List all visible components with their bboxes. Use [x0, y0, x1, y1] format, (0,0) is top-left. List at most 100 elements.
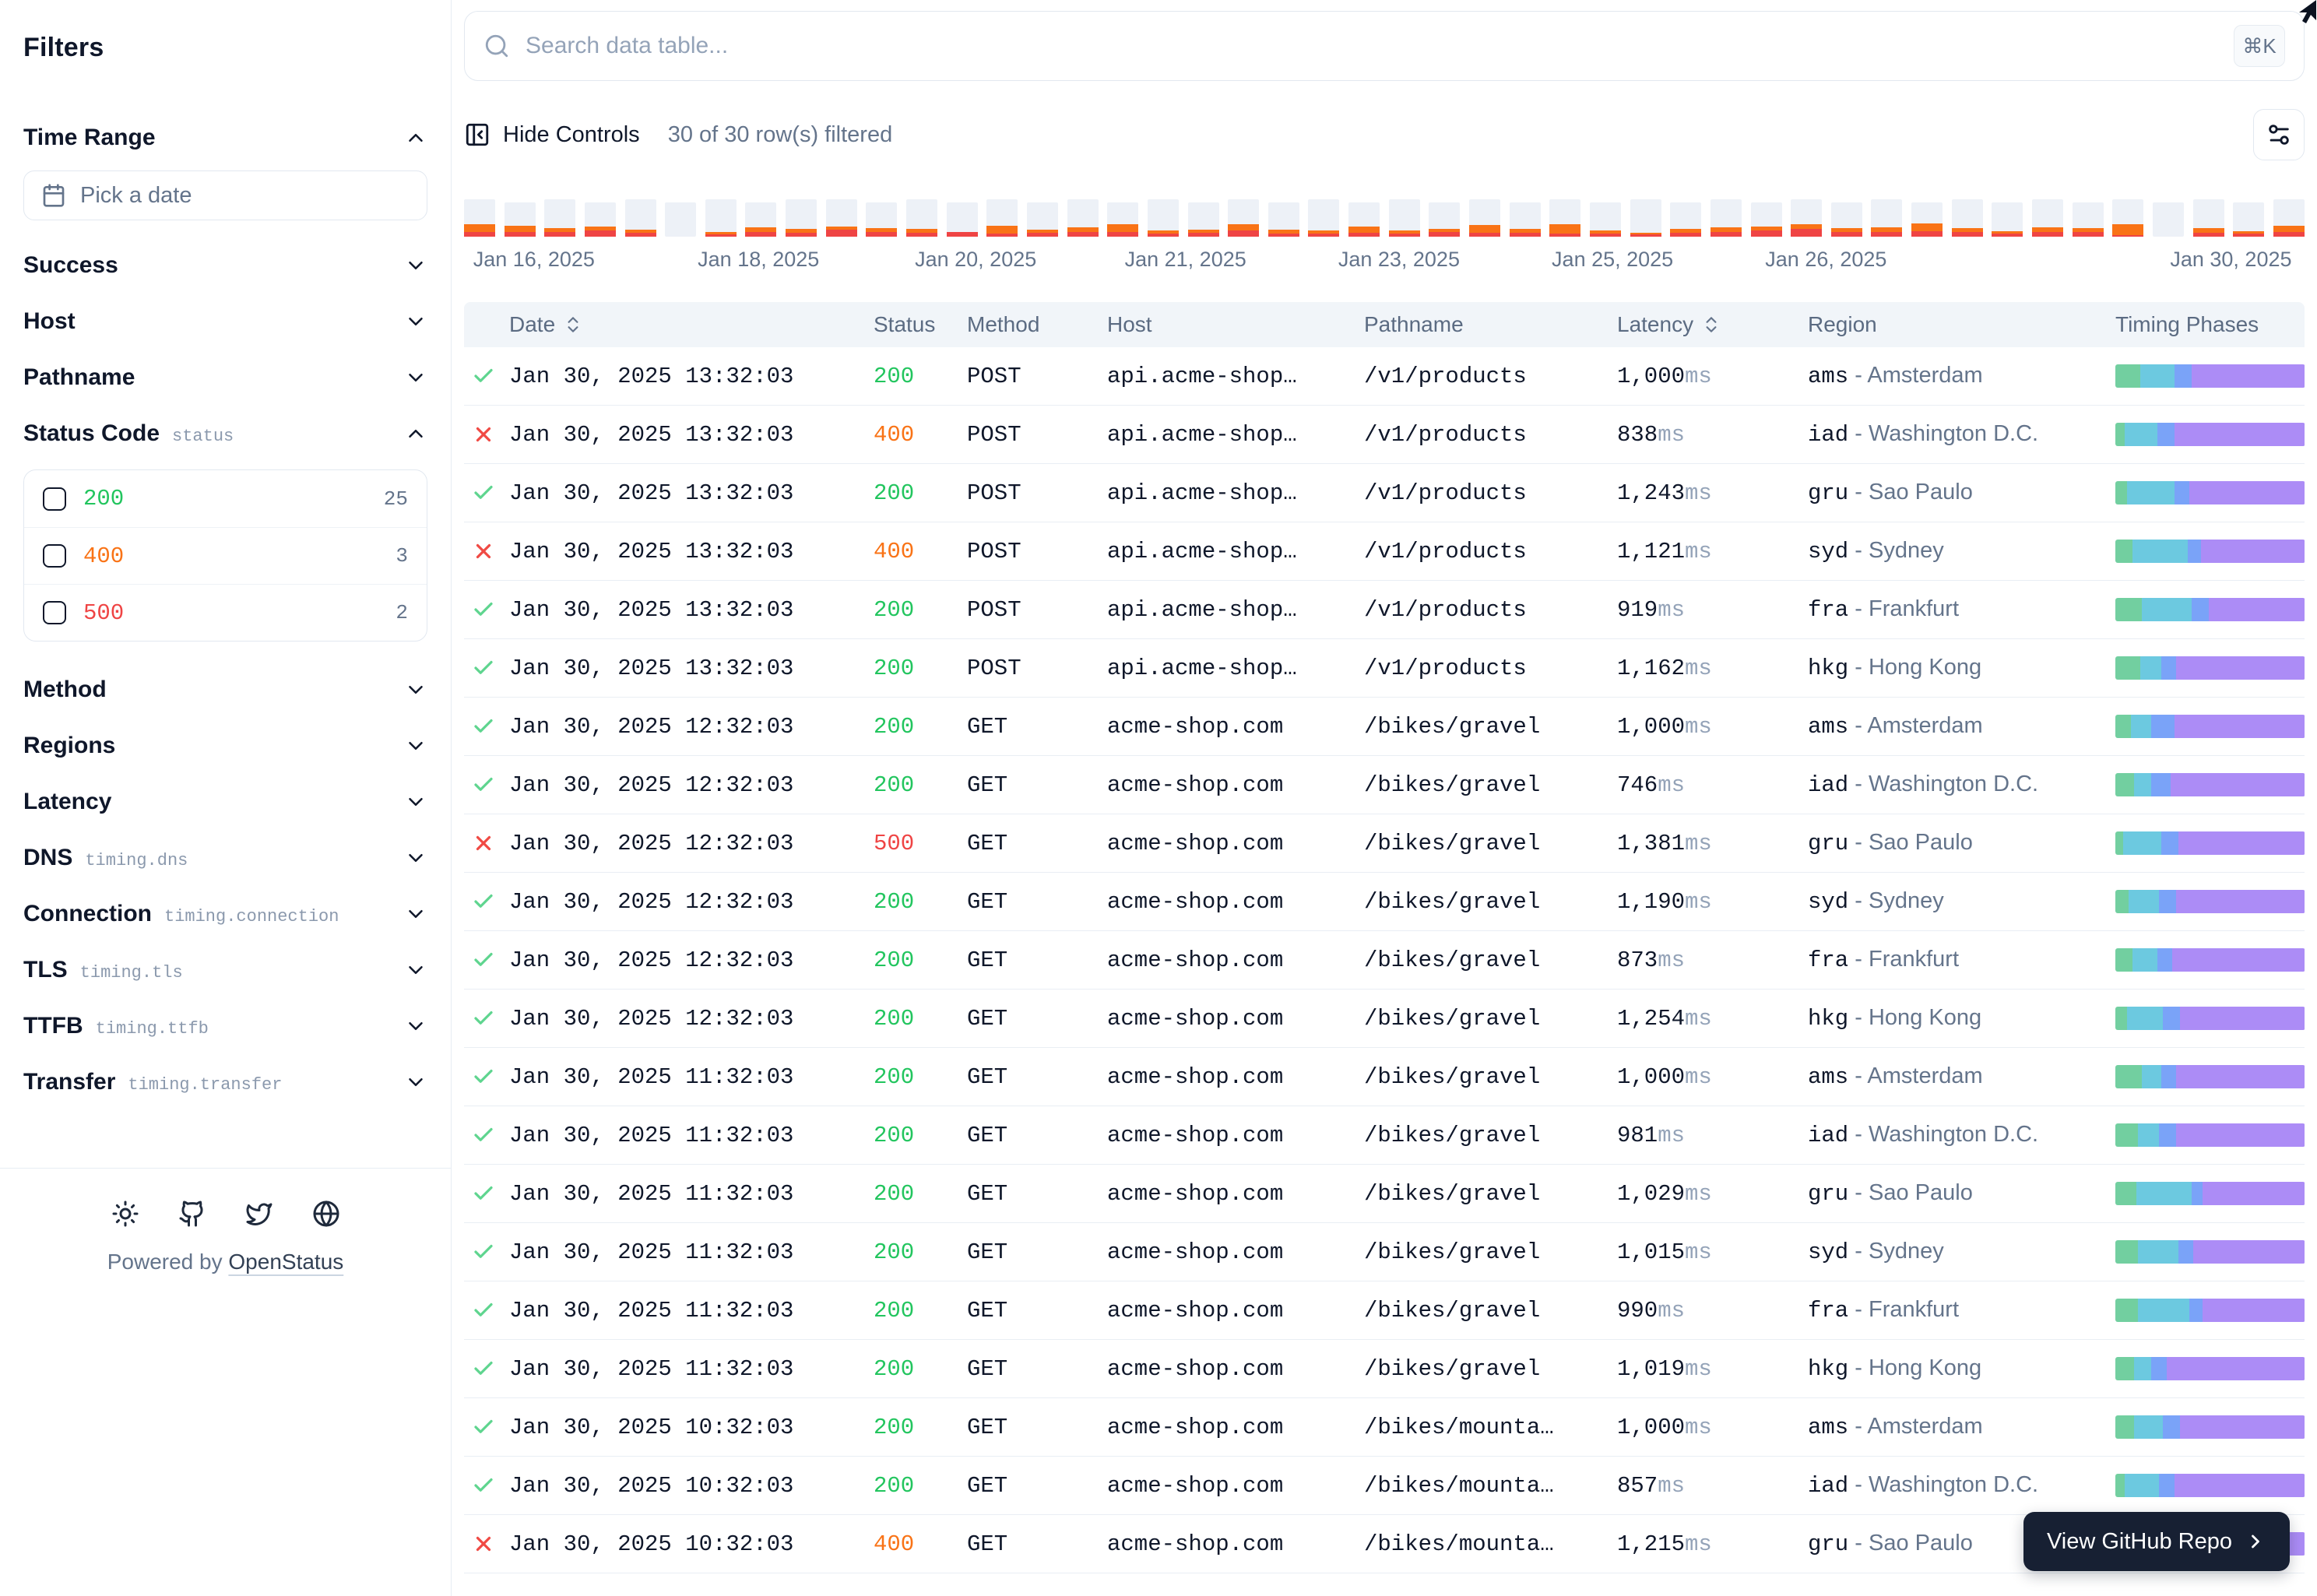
timeline-bar[interactable] [1630, 199, 1661, 237]
timeline-bar[interactable] [2153, 202, 2184, 237]
checkbox[interactable] [43, 544, 66, 568]
timeline-bar[interactable] [1549, 199, 1580, 237]
section-latency[interactable]: Latency [23, 774, 427, 830]
section-status-code[interactable]: Status Codestatus [23, 406, 427, 462]
timeline-bar[interactable] [1429, 202, 1460, 237]
timeline-bar[interactable] [1469, 199, 1500, 237]
table-row[interactable]: Jan 30, 2025 12:32:03500GETacme-shop.com… [464, 814, 2305, 873]
openstatus-link[interactable]: OpenStatus [228, 1250, 343, 1274]
timeline-bar[interactable] [665, 202, 696, 237]
table-row[interactable]: Jan 30, 2025 11:32:03200GETacme-shop.com… [464, 1106, 2305, 1165]
table-row[interactable]: Jan 30, 2025 12:32:03200GETacme-shop.com… [464, 756, 2305, 814]
timeline-bar[interactable] [906, 199, 937, 237]
timeline-bar[interactable] [1308, 199, 1339, 237]
section-transfer[interactable]: Transfertiming.transfer [23, 1054, 427, 1110]
timeline-bar[interactable] [947, 202, 978, 237]
table-row[interactable]: Jan 30, 2025 12:32:03200GETacme-shop.com… [464, 990, 2305, 1048]
view-options-button[interactable] [2253, 109, 2305, 160]
github-link[interactable] [178, 1200, 206, 1228]
column-header-status[interactable]: Status [867, 312, 961, 337]
timeline-bar[interactable] [866, 202, 897, 237]
timeline-bar[interactable] [2032, 199, 2063, 237]
status-option-200[interactable]: 20025 [24, 470, 427, 527]
timeline-bar[interactable] [1107, 202, 1138, 237]
timeline-bar[interactable] [1228, 199, 1259, 237]
timeline-bar[interactable] [2073, 202, 2104, 237]
table-row[interactable]: Jan 30, 2025 10:32:03200GETacme-shop.com… [464, 1398, 2305, 1457]
table-row[interactable]: Jan 30, 2025 13:32:03400POSTapi.acme-sho… [464, 522, 2305, 581]
timeline-bar[interactable] [705, 199, 737, 237]
table-row[interactable]: Jan 30, 2025 11:32:03200GETacme-shop.com… [464, 1165, 2305, 1223]
table-row[interactable]: Jan 30, 2025 11:32:03200GETacme-shop.com… [464, 1340, 2305, 1398]
timeline-bar[interactable] [544, 199, 575, 237]
website-link[interactable] [312, 1200, 340, 1228]
section-regions[interactable]: Regions [23, 718, 427, 774]
section-method[interactable]: Method [23, 662, 427, 718]
table-row[interactable]: Jan 30, 2025 11:32:03200GETacme-shop.com… [464, 1281, 2305, 1340]
column-header-latency[interactable]: Latency [1611, 312, 1802, 337]
timeline-bar[interactable] [786, 199, 817, 237]
table-row[interactable]: Jan 30, 2025 13:32:03200POSTapi.acme-sho… [464, 581, 2305, 639]
status-option-500[interactable]: 5002 [24, 584, 427, 641]
timeline-bar[interactable] [1148, 199, 1179, 237]
checkbox[interactable] [43, 601, 66, 624]
section-dns[interactable]: DNStiming.dns [23, 830, 427, 886]
timeline-bar[interactable] [1268, 202, 1299, 237]
column-header-date[interactable]: Date [503, 312, 867, 337]
column-header-host[interactable]: Host [1101, 312, 1358, 337]
section-pathname[interactable]: Pathname [23, 350, 427, 406]
table-row[interactable]: Jan 30, 2025 11:32:03200GETacme-shop.com… [464, 1223, 2305, 1281]
timeline-bar[interactable] [1067, 199, 1099, 237]
timeline-bar[interactable] [1188, 202, 1219, 237]
timeline-bar[interactable] [1670, 202, 1701, 237]
section-connection[interactable]: Connectiontiming.connection [23, 886, 427, 942]
timeline-bar[interactable] [585, 202, 616, 237]
timeline-bar[interactable] [464, 199, 495, 237]
timeline-bar[interactable] [826, 199, 857, 237]
timeline-bar[interactable] [1992, 202, 2023, 237]
timeline-bar[interactable] [1831, 202, 1862, 237]
table-row[interactable]: Jan 30, 2025 13:32:03400POSTapi.acme-sho… [464, 406, 2305, 464]
timeline-bar[interactable] [1911, 202, 1943, 237]
table-row[interactable]: Jan 30, 2025 11:32:03200GETacme-shop.com… [464, 1048, 2305, 1106]
twitter-link[interactable] [245, 1200, 273, 1228]
column-header-region[interactable]: Region [1802, 312, 2109, 337]
table-row[interactable]: Jan 30, 2025 13:32:03200POSTapi.acme-sho… [464, 464, 2305, 522]
timeline-bar[interactable] [986, 199, 1018, 237]
timeline-bar[interactable] [505, 202, 536, 237]
timeline-bar[interactable] [1791, 199, 1822, 237]
timeline-bar[interactable] [1027, 202, 1058, 237]
search-input[interactable]: Search data table... ⌘K [464, 11, 2305, 81]
section-tls[interactable]: TLStiming.tls [23, 942, 427, 998]
column-header-method[interactable]: Method [961, 312, 1101, 337]
timeline-bar[interactable] [1871, 199, 1902, 237]
timeline-bar[interactable] [625, 199, 656, 237]
timeline-bar[interactable] [1711, 199, 1742, 237]
timeline-bar[interactable] [2193, 199, 2224, 237]
column-header-pathname[interactable]: Pathname [1358, 312, 1611, 337]
timeline-bar[interactable] [1952, 199, 1983, 237]
section-ttfb[interactable]: TTFBtiming.ttfb [23, 998, 427, 1054]
timeline-bar[interactable] [2112, 199, 2143, 237]
status-option-400[interactable]: 4003 [24, 527, 427, 584]
timeline-bar[interactable] [2273, 199, 2305, 237]
table-row[interactable]: Jan 30, 2025 13:32:03200POSTapi.acme-sho… [464, 347, 2305, 406]
column-header-timing-phases[interactable]: Timing Phases [2109, 312, 2305, 337]
view-github-repo-button[interactable]: View GitHub Repo [2023, 1512, 2290, 1571]
table-row[interactable]: Jan 30, 2025 12:32:03200GETacme-shop.com… [464, 698, 2305, 756]
table-row[interactable]: Jan 30, 2025 13:32:03200POSTapi.acme-sho… [464, 639, 2305, 698]
table-row[interactable]: Jan 30, 2025 10:32:03200GETacme-shop.com… [464, 1457, 2305, 1515]
checkbox[interactable] [43, 487, 66, 511]
table-row[interactable]: Jan 30, 2025 12:32:03200GETacme-shop.com… [464, 873, 2305, 931]
timeline-bar[interactable] [2233, 202, 2264, 237]
hide-controls-button[interactable]: Hide Controls [464, 121, 640, 148]
theme-toggle-button[interactable] [111, 1200, 139, 1228]
timeline-bar[interactable] [1348, 202, 1380, 237]
section-host[interactable]: Host [23, 294, 427, 350]
timeline-bar[interactable] [1751, 202, 1782, 237]
timeline-bar[interactable] [745, 202, 776, 237]
timeline-bar[interactable] [1510, 202, 1541, 237]
timeline-bar[interactable] [1590, 202, 1621, 237]
table-row[interactable]: Jan 30, 2025 12:32:03200GETacme-shop.com… [464, 931, 2305, 990]
section-success[interactable]: Success [23, 237, 427, 294]
